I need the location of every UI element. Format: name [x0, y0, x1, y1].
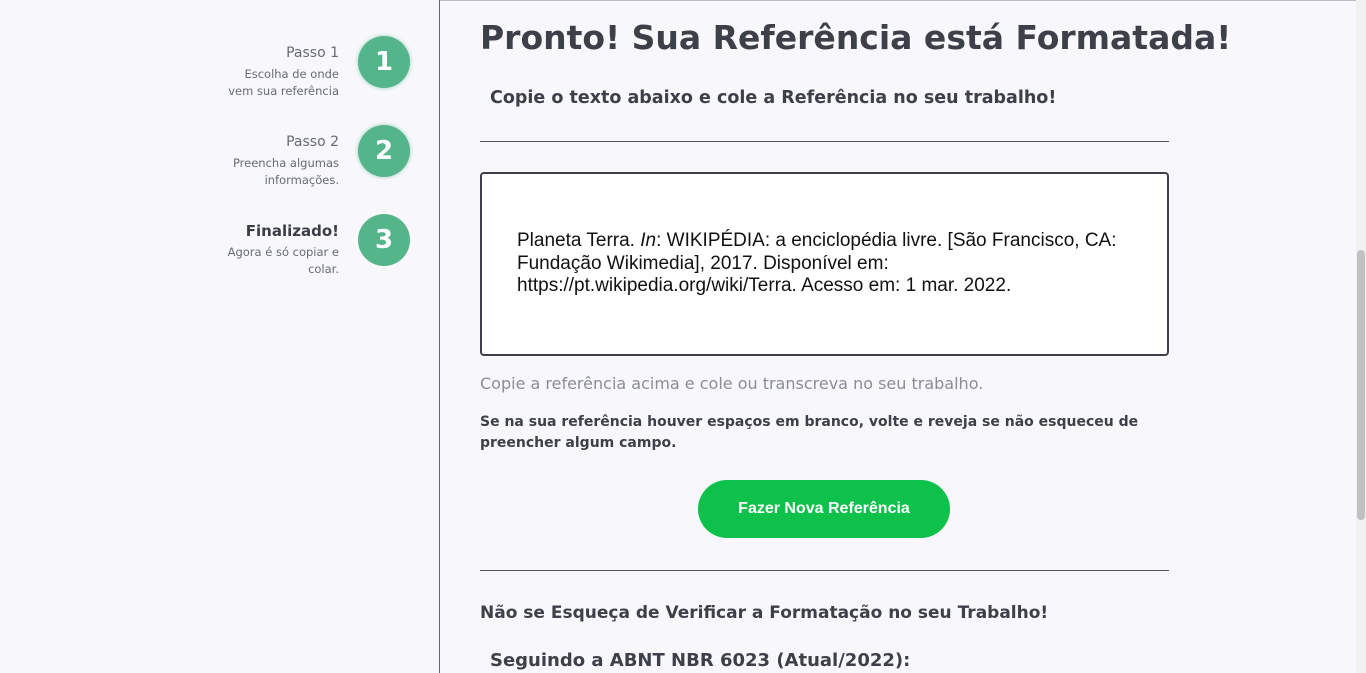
abnt-standard-heading: Seguindo a ABNT NBR 6023 (Atual/2022): [490, 650, 911, 671]
step-2-desc-line2: informações. [264, 173, 339, 187]
copy-hint: Copie a referência acima e cole ou trans… [480, 374, 984, 393]
vertical-scrollbar[interactable] [1356, 0, 1366, 673]
step-3-text: Finalizado! Agora é só copiar e colar. [149, 222, 339, 278]
blank-fields-warning: Se na sua referência houver espaços em b… [480, 414, 1139, 451]
divider-bottom [480, 570, 1169, 571]
step-1-title: Passo 1 [286, 45, 339, 61]
step-3-number-badge: 3 [358, 214, 410, 266]
sidebar-divider [439, 0, 440, 673]
step-1-description: Escolha de onde vem sua referência [149, 66, 339, 100]
new-reference-button[interactable]: Fazer Nova Referência [698, 480, 950, 538]
step-2-number-badge: 2 [358, 125, 410, 177]
scrollbar-thumb[interactable] [1357, 250, 1365, 520]
formatted-reference-text[interactable]: Planeta Terra. In: WIKIPÉDIA: a enciclop… [517, 230, 1137, 298]
step-2[interactable]: Passo 2 Preencha algumas informações. 2 [149, 125, 412, 203]
check-formatting-heading: Não se Esqueça de Verificar a Formatação… [480, 603, 1049, 623]
copy-instruction-heading: Copie o texto abaixo e cole a Referência… [490, 88, 1057, 108]
step-2-description: Preencha algumas informações. [149, 155, 339, 189]
step-1[interactable]: Passo 1 Escolha de onde vem sua referênc… [149, 36, 412, 114]
steps-sidebar: Passo 1 Escolha de onde vem sua referênc… [0, 0, 439, 673]
step-3-title: Finalizado! [245, 222, 339, 240]
reference-part1: Planeta Terra. [517, 230, 641, 251]
step-3-desc-line2: colar. [308, 262, 339, 276]
step-1-desc-line1: Escolha de onde [244, 67, 339, 81]
step-1-number-badge: 1 [358, 36, 410, 88]
step-1-desc-line2: vem sua referência [228, 84, 339, 98]
page-title: Pronto! Sua Referência está Formatada! [480, 18, 1232, 57]
step-3: Finalizado! Agora é só copiar e colar. 3 [149, 214, 412, 292]
step-2-desc-line1: Preencha algumas [232, 156, 339, 170]
step-3-desc-line1: Agora é só copiar e [227, 245, 339, 259]
step-2-title: Passo 2 [286, 134, 339, 150]
step-3-description: Agora é só copiar e colar. [149, 244, 339, 278]
step-1-text: Passo 1 Escolha de onde vem sua referênc… [149, 44, 339, 100]
step-2-text: Passo 2 Preencha algumas informações. [149, 133, 339, 189]
reference-italic: In [640, 230, 657, 251]
divider-top [480, 141, 1169, 142]
reference-output-box[interactable]: Planeta Terra. In: WIKIPÉDIA: a enciclop… [480, 172, 1169, 356]
